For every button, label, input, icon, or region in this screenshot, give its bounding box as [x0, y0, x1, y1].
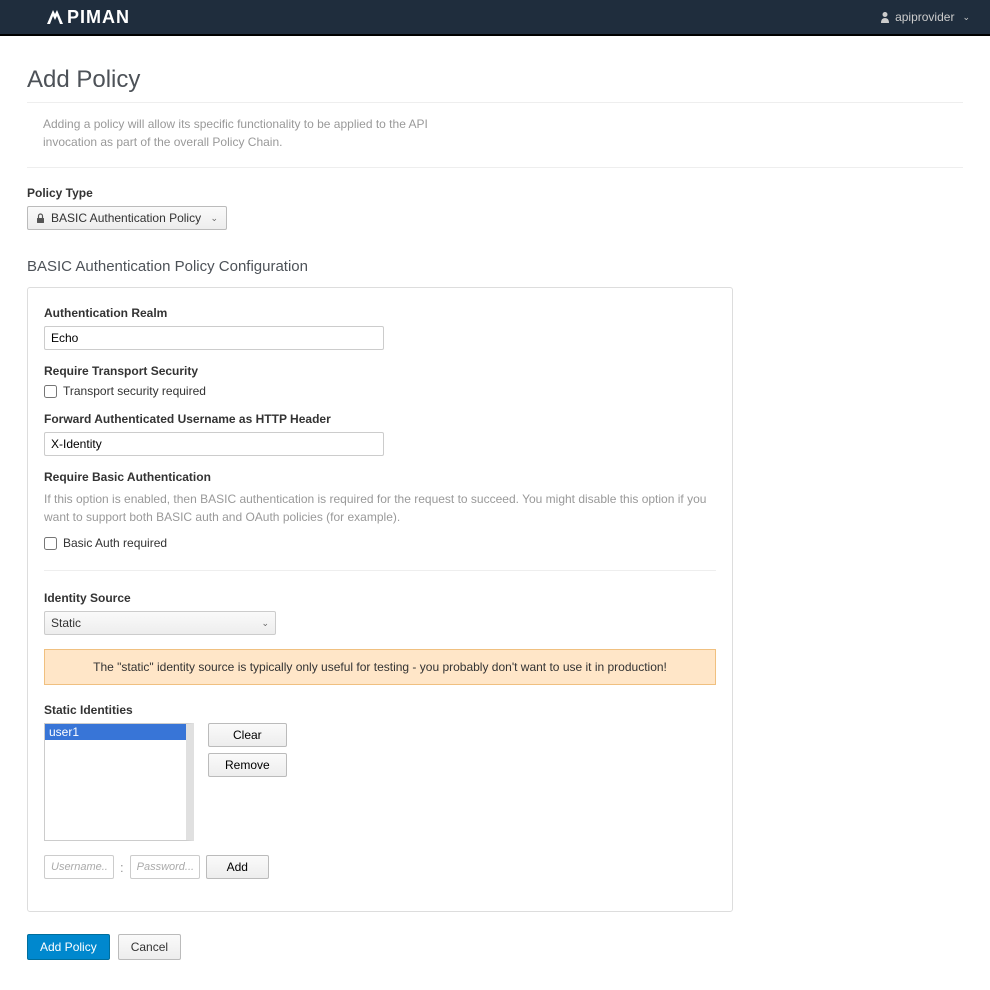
chevron-down-icon: ⌄: [261, 618, 269, 629]
page-description: Adding a policy will allow its specific …: [43, 115, 483, 151]
username-input[interactable]: [44, 855, 114, 879]
static-identities-label: Static Identities: [44, 703, 716, 717]
policy-type-label: Policy Type: [27, 186, 963, 200]
chevron-down-icon: ⌄: [962, 12, 970, 23]
identity-source-label: Identity Source: [44, 591, 716, 605]
identity-source-warning: The "static" identity source is typicall…: [44, 649, 716, 685]
logo-icon: [45, 8, 65, 26]
policy-type-dropdown[interactable]: BASIC Authentication Policy ⌄: [27, 206, 227, 230]
remove-button[interactable]: Remove: [208, 753, 287, 777]
identity-source-selected: Static: [51, 616, 81, 630]
realm-label: Authentication Realm: [44, 306, 716, 320]
divider: [27, 167, 963, 168]
password-input[interactable]: [130, 855, 200, 879]
add-button[interactable]: Add: [206, 855, 269, 879]
basic-auth-help: If this option is enabled, then BASIC au…: [44, 490, 716, 526]
colon-separator: :: [120, 860, 124, 875]
inner-divider: [44, 570, 716, 571]
user-icon: [880, 11, 890, 23]
add-policy-button[interactable]: Add Policy: [27, 934, 110, 960]
logo[interactable]: PIMAN: [45, 7, 130, 28]
cancel-button[interactable]: Cancel: [118, 934, 181, 960]
basic-auth-checkbox[interactable]: [44, 537, 57, 550]
config-panel: Authentication Realm Require Transport S…: [27, 287, 733, 912]
static-identities-listbox[interactable]: user1: [44, 723, 194, 841]
config-heading: BASIC Authentication Policy Configuratio…: [27, 258, 963, 275]
username-label: apiprovider: [895, 10, 954, 24]
list-item[interactable]: user1: [45, 724, 186, 740]
transport-label: Require Transport Security: [44, 364, 716, 378]
navbar: PIMAN apiprovider ⌄: [0, 0, 990, 36]
policy-type-selected: BASIC Authentication Policy: [51, 211, 201, 225]
basic-auth-label: Require Basic Authentication: [44, 470, 716, 484]
forward-label: Forward Authenticated Username as HTTP H…: [44, 412, 716, 426]
forward-input[interactable]: [44, 432, 384, 456]
clear-button[interactable]: Clear: [208, 723, 287, 747]
transport-checkbox[interactable]: [44, 385, 57, 398]
logo-text: PIMAN: [67, 7, 130, 28]
user-menu[interactable]: apiprovider ⌄: [880, 10, 970, 24]
realm-input[interactable]: [44, 326, 384, 350]
identity-source-select[interactable]: Static ⌄: [44, 611, 276, 635]
lock-icon: [36, 213, 45, 224]
chevron-down-icon: ⌄: [210, 213, 218, 224]
page-title: Add Policy: [27, 66, 963, 103]
basic-auth-checkbox-label: Basic Auth required: [63, 536, 167, 550]
transport-checkbox-label: Transport security required: [63, 384, 206, 398]
